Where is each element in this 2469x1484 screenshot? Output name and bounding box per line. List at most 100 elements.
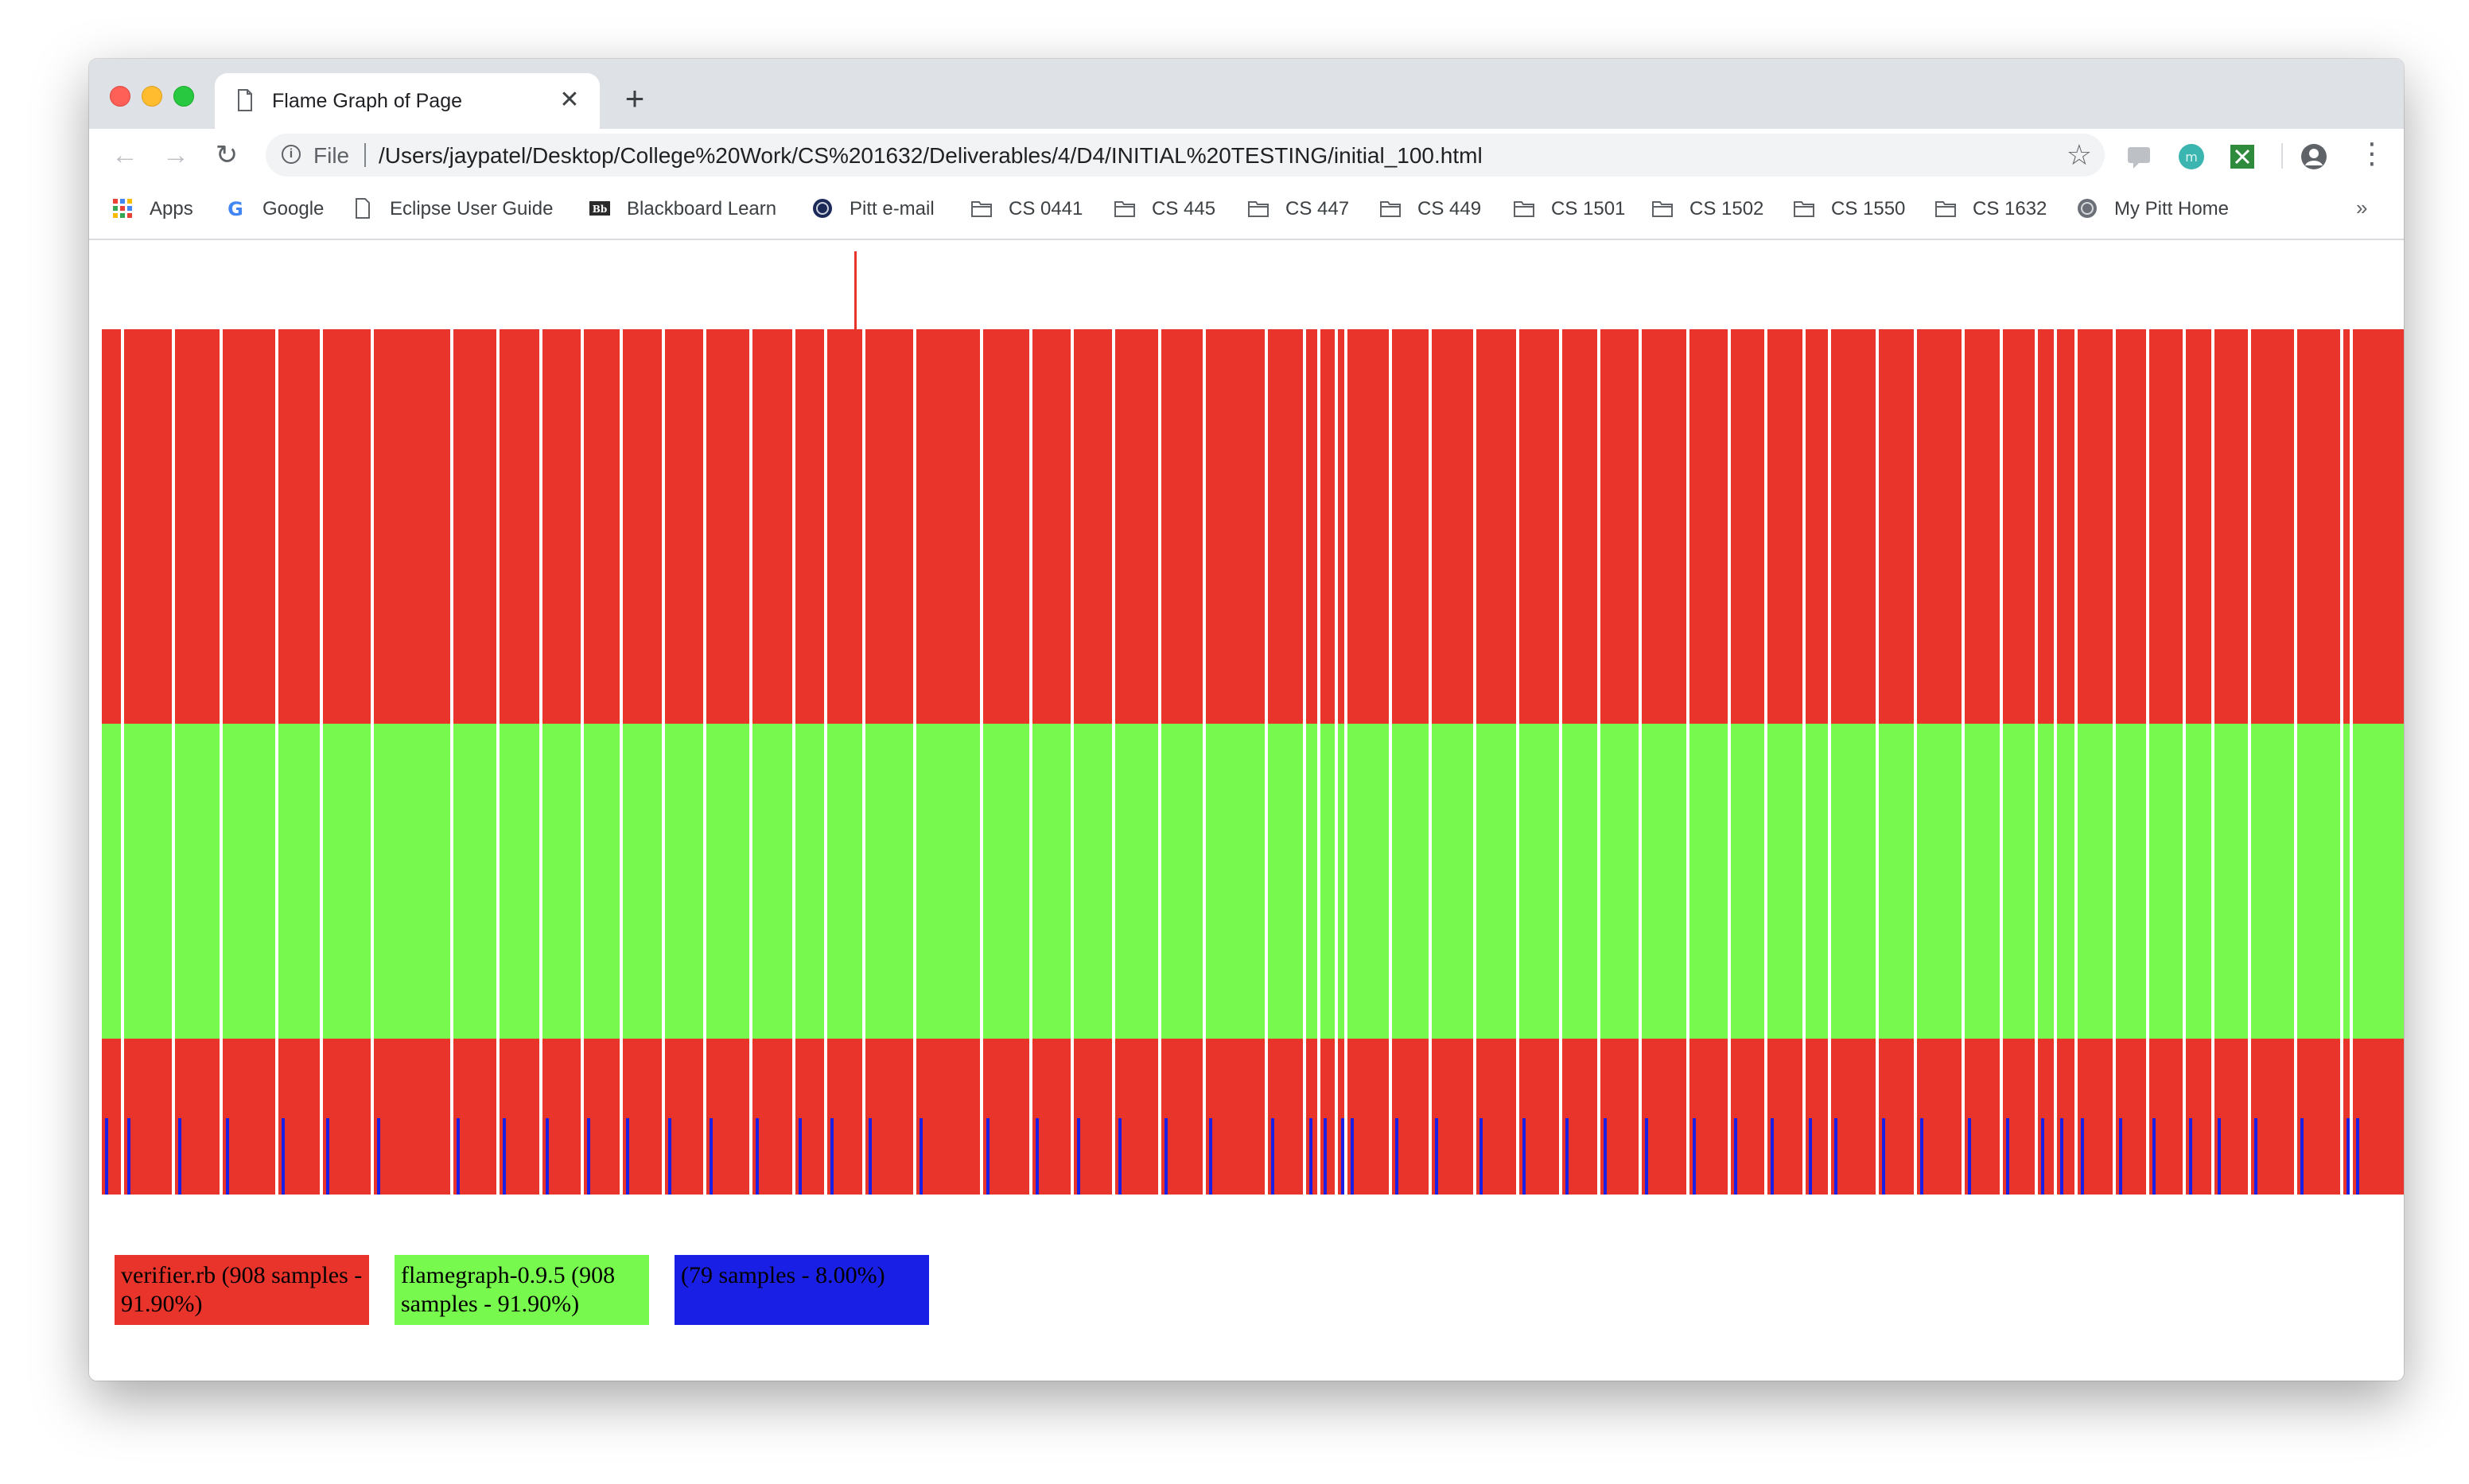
address-bar[interactable]: i File /Users/jaypatel/Desktop/College%2… [266, 134, 2105, 177]
frame-sample[interactable] [668, 1118, 671, 1195]
frame-verifier[interactable] [1731, 329, 1764, 724]
frame-sample[interactable] [986, 1118, 990, 1195]
profile-avatar-icon[interactable] [2300, 143, 2327, 170]
frame-flamegraph[interactable] [1115, 724, 1158, 1039]
frame-flamegraph[interactable] [865, 724, 913, 1039]
frame-sample[interactable] [710, 1118, 713, 1195]
extension-chat-icon[interactable] [2125, 143, 2152, 170]
frame-flamegraph[interactable] [1476, 724, 1516, 1039]
frame-verifier[interactable] [1965, 329, 2000, 724]
frame-verifier-bottom[interactable] [1320, 1039, 1335, 1195]
bookmark-star-icon[interactable]: ☆ [2067, 138, 2092, 172]
frame-verifier[interactable] [1432, 329, 1473, 724]
frame-flamegraph[interactable] [1642, 724, 1686, 1039]
frame-verifier-bottom[interactable] [1206, 1039, 1265, 1195]
frame-flamegraph[interactable] [706, 724, 749, 1039]
frame-sample[interactable] [1920, 1118, 1923, 1195]
frame-verifier-bottom[interactable] [2251, 1039, 2294, 1195]
frame-sample[interactable] [377, 1118, 380, 1195]
frame-verifier[interactable] [706, 329, 749, 724]
frame-sample[interactable] [1165, 1118, 1168, 1195]
frame-verifier[interactable] [1161, 329, 1203, 724]
frame-flamegraph[interactable] [2116, 724, 2146, 1039]
frame-sample[interactable] [2189, 1118, 2192, 1195]
frame-flamegraph[interactable] [795, 724, 824, 1039]
frame-sample[interactable] [2041, 1118, 2044, 1195]
frame-verifier[interactable] [2186, 329, 2211, 724]
frame-flamegraph[interactable] [2353, 724, 2404, 1039]
frame-verifier-bottom[interactable] [2057, 1039, 2074, 1195]
frame-verifier[interactable] [2038, 329, 2054, 724]
frame-flamegraph[interactable] [2214, 724, 2248, 1039]
frame-verifier[interactable] [124, 329, 172, 724]
tab-active[interactable]: Flame Graph of Page ✕ [215, 73, 600, 129]
frame-verifier-bottom[interactable] [2038, 1039, 2054, 1195]
frame-verifier[interactable] [2214, 329, 2248, 724]
frame-verifier[interactable] [2078, 329, 2113, 724]
frame-sample[interactable] [105, 1118, 108, 1195]
frame-verifier[interactable] [1831, 329, 1876, 724]
frame-sample[interactable] [1271, 1118, 1274, 1195]
frame-sample[interactable] [1882, 1118, 1885, 1195]
frame-flamegraph[interactable] [1917, 724, 1962, 1039]
frame-flamegraph[interactable] [1347, 724, 1389, 1039]
frame-flamegraph[interactable] [2297, 724, 2340, 1039]
frame-verifier[interactable] [1032, 329, 1071, 724]
frame-flamegraph[interactable] [1519, 724, 1559, 1039]
frame-sample[interactable] [756, 1118, 759, 1195]
browser-menu-icon[interactable]: ⋮ [2358, 135, 2386, 175]
frame-verifier[interactable] [1562, 329, 1597, 724]
frame-verifier[interactable] [752, 329, 792, 724]
frame-flamegraph[interactable] [916, 724, 980, 1039]
frame-sample[interactable] [1734, 1118, 1737, 1195]
frame-verifier[interactable] [374, 329, 450, 724]
frame-verifier[interactable] [584, 329, 620, 724]
frame-flamegraph[interactable] [374, 724, 450, 1039]
frame-flamegraph[interactable] [1600, 724, 1639, 1039]
frame-sample[interactable] [282, 1118, 285, 1195]
frame-verifier[interactable] [278, 329, 320, 724]
frame-verifier[interactable] [2149, 329, 2183, 724]
frame-verifier-bottom[interactable] [374, 1039, 450, 1195]
frame-verifier[interactable] [223, 329, 275, 724]
frame-sample[interactable] [1771, 1118, 1774, 1195]
frame-flamegraph[interactable] [827, 724, 862, 1039]
frame-sample[interactable] [457, 1118, 460, 1195]
frame-verifier[interactable] [2251, 329, 2294, 724]
frame-verifier-bottom[interactable] [453, 1039, 496, 1195]
frame-verifier-bottom[interactable] [916, 1039, 980, 1195]
frame-flamegraph[interactable] [1831, 724, 1876, 1039]
frame-sample[interactable] [799, 1118, 802, 1195]
frame-flamegraph[interactable] [983, 724, 1029, 1039]
new-tab-button[interactable]: + [617, 82, 652, 118]
frame-verifier-bottom[interactable] [1831, 1039, 1876, 1195]
frame-flamegraph[interactable] [1320, 724, 1335, 1039]
frame-flamegraph[interactable] [1306, 724, 1317, 1039]
frame-verifier[interactable] [1268, 329, 1303, 724]
frame-flamegraph[interactable] [2038, 724, 2054, 1039]
frame-flamegraph[interactable] [1206, 724, 1265, 1039]
close-window-button[interactable] [110, 86, 130, 107]
frame-verifier-bottom[interactable] [175, 1039, 220, 1195]
frame-verifier[interactable] [500, 329, 539, 724]
frame-sample[interactable] [2254, 1118, 2257, 1195]
frame-verifier[interactable] [2003, 329, 2035, 724]
frame-sample[interactable] [546, 1118, 549, 1195]
frame-verifier[interactable] [983, 329, 1029, 724]
frame-verifier[interactable] [795, 329, 824, 724]
frame-sample[interactable] [869, 1118, 872, 1195]
frame-flamegraph[interactable] [584, 724, 620, 1039]
frame-flamegraph[interactable] [175, 724, 220, 1039]
frame-verifier-bottom[interactable] [102, 1039, 121, 1195]
frame-flamegraph[interactable] [665, 724, 703, 1039]
frame-verifier[interactable] [1600, 329, 1639, 724]
frame-verifier[interactable] [542, 329, 581, 724]
frame-verifier[interactable] [2116, 329, 2146, 724]
frame-verifier[interactable] [916, 329, 980, 724]
frame-verifier[interactable] [323, 329, 371, 724]
frame-sample[interactable] [1968, 1118, 1971, 1195]
frame-flamegraph[interactable] [1562, 724, 1597, 1039]
frame-verifier[interactable] [1347, 329, 1389, 724]
frame-sample[interactable] [1809, 1118, 1812, 1195]
frame-verifier[interactable] [1519, 329, 1559, 724]
